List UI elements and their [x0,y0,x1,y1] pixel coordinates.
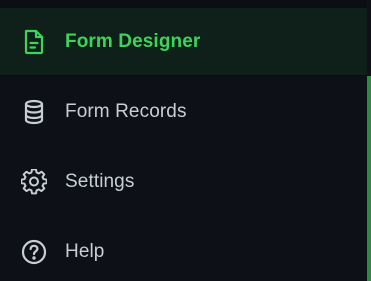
scrollbar-track[interactable] [367,0,371,281]
sidebar-nav: Form Designer Form Records Settings Help [0,0,371,281]
sidebar-item-label: Form Designer [65,30,201,52]
scrollbar-thumb[interactable] [367,76,371,281]
question-circle-icon [20,238,48,266]
sidebar-item-settings[interactable]: Settings [0,148,367,216]
sidebar-item-label: Help [65,241,105,262]
sidebar-item-help[interactable]: Help [0,218,367,281]
top-divider [0,0,371,8]
sidebar-item-label: Settings [65,171,135,192]
form-document-icon [20,28,48,56]
sidebar-item-label: Form Records [65,101,187,122]
gear-icon [20,168,48,196]
sidebar-item-form-records[interactable]: Form Records [0,78,367,146]
sidebar-item-form-designer[interactable]: Form Designer [0,8,367,76]
database-icon [20,98,48,126]
